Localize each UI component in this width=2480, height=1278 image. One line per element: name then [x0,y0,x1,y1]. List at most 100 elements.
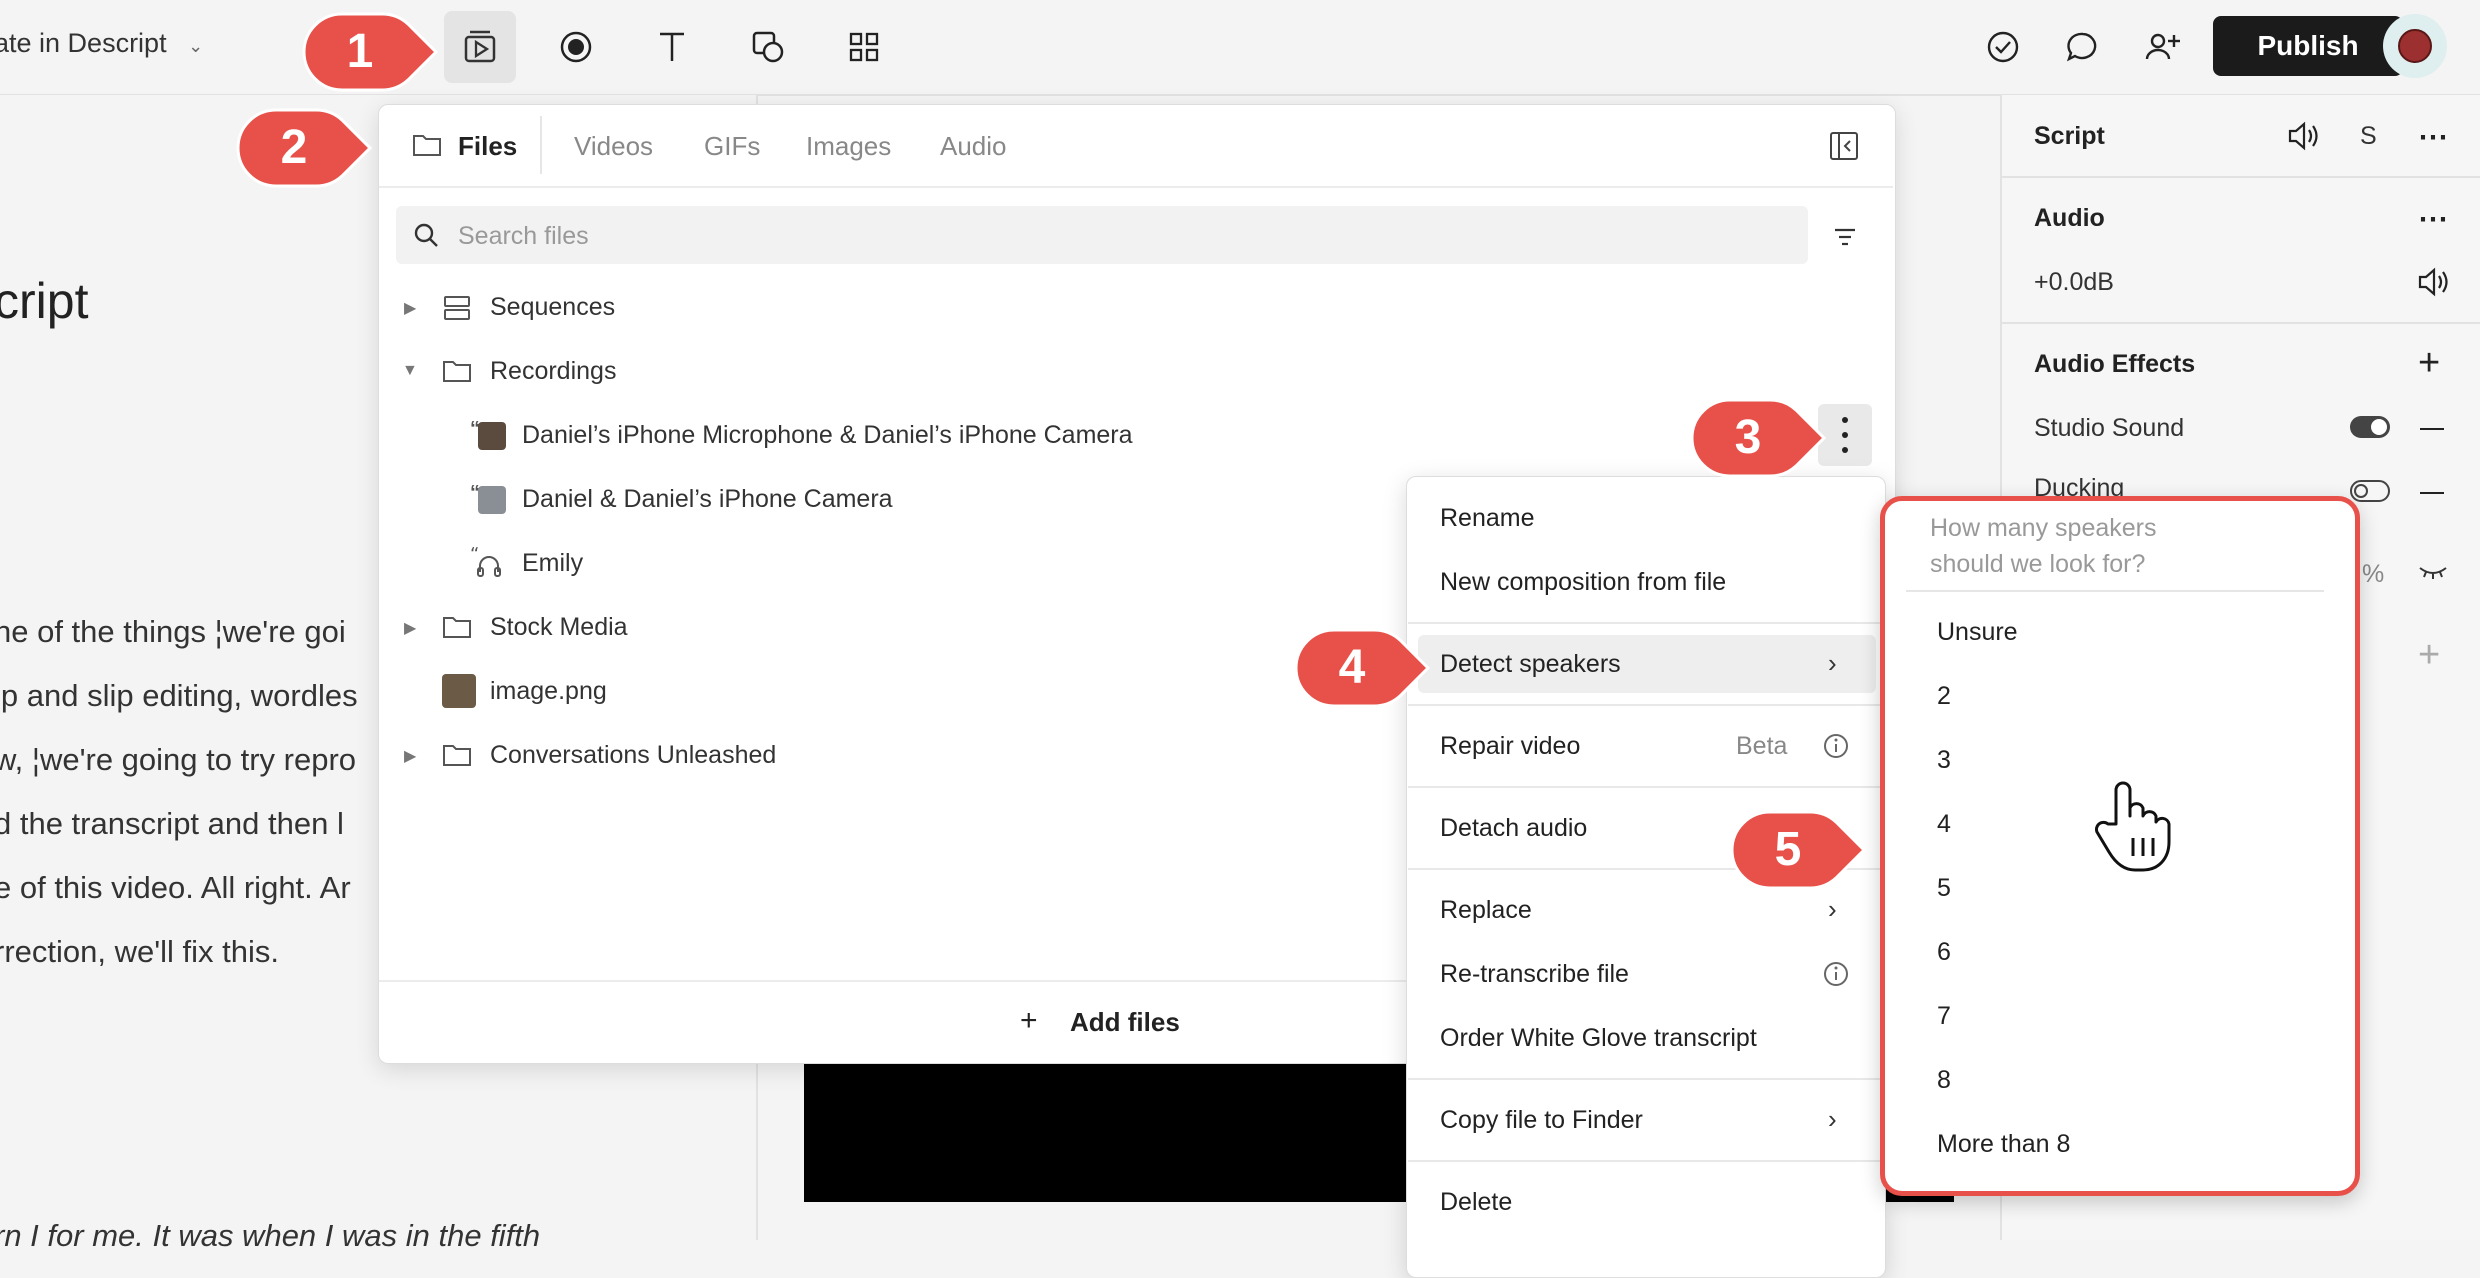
menu-divider [1906,590,2324,592]
image-thumbnail [442,674,476,708]
project-title[interactable]: ate in Descript ⌄ [0,28,203,59]
script-line[interactable]: e of this video. All right. Ar [0,870,351,906]
minus-icon[interactable] [2420,492,2444,494]
tab-images[interactable]: Images [806,131,891,162]
speaker-option[interactable]: 3 [1937,746,1951,775]
script-line[interactable]: d the transcript and then l [0,806,344,842]
script-line[interactable]: ne of the things ¦we're goi [0,614,346,650]
tree-item-recording[interactable]: Daniel’s iPhone Microphone & Daniel’s iP… [522,421,1133,450]
plus-icon[interactable]: + [2418,342,2440,385]
comment-icon [2066,32,2097,62]
script-line[interactable]: ip and slip editing, wordles [0,678,358,714]
comments-button[interactable] [2058,22,2108,72]
tab-videos[interactable]: Videos [574,131,653,162]
filter-icon[interactable] [1832,226,1858,248]
tree-item-image[interactable]: image.png [490,677,607,706]
speaker-option-more-than-8[interactable]: More than 8 [1937,1130,2070,1159]
info-icon[interactable] [1822,732,1850,760]
grid-button[interactable] [828,11,900,83]
add-user-icon [2145,33,2180,60]
collapse-panel-icon[interactable] [1828,130,1860,162]
speaker-label-button[interactable]: S [2360,122,2377,151]
menu-item-detect-speakers[interactable]: Detect speakers [1440,650,1621,679]
svg-text:“: “ [470,546,479,565]
callout-number: 5 [1774,823,1802,876]
chevron-down-icon: ⌄ [188,36,204,56]
publish-button[interactable]: Publish [2213,16,2403,76]
gain-value[interactable]: +0.0dB [2034,268,2114,297]
speaker-option[interactable]: 2 [1937,682,1951,711]
media-library-icon [464,30,496,63]
shapes-icon [752,31,784,63]
tree-item-recording[interactable]: Emily [522,549,583,578]
shapes-button[interactable] [732,11,804,83]
folder-icon [412,132,442,158]
tab-audio[interactable]: Audio [940,131,1007,162]
speaker-option[interactable]: 5 [1937,874,1951,903]
info-icon[interactable] [1822,960,1850,988]
caret-right-icon[interactable]: ▶ [404,298,416,318]
audio-section-title: Audio [2034,204,2105,232]
menu-item-delete[interactable]: Delete [1440,1188,1512,1217]
hand-cursor-icon [2086,776,2176,876]
record-button[interactable] [540,11,612,83]
beta-badge: Beta [1736,732,1788,760]
divider [379,186,1893,188]
avatar[interactable] [2398,29,2432,63]
studio-sound-toggle[interactable] [2350,416,2390,438]
caret-down-icon[interactable]: ▼ [402,362,418,380]
media-library-button[interactable] [444,11,516,83]
tree-item-conversations[interactable]: Conversations Unleashed [490,741,776,770]
studio-sound-label: Studio Sound [2034,414,2185,442]
tree-item-recordings[interactable]: Recordings [490,357,616,386]
menu-divider [1408,622,1882,624]
tree-item-sequences[interactable]: Sequences [490,293,615,322]
callout-marker: 4 [1292,626,1432,710]
menu-item-detach-audio[interactable]: Detach audio [1440,814,1587,843]
tab-files[interactable]: Files [458,131,517,162]
more-options-icon[interactable]: ⋯ [2418,202,2448,237]
add-files-button[interactable]: Add files [1070,1007,1180,1038]
menu-item-rename[interactable]: Rename [1440,504,1535,533]
speaker-option[interactable]: 7 [1937,1002,1951,1031]
plus-icon: + [1020,1004,1038,1037]
menu-item-replace[interactable]: Replace [1440,896,1532,925]
menu-item-white-glove[interactable]: Order White Glove transcript [1440,1024,1757,1053]
plus-icon[interactable]: + [2418,634,2440,677]
text-tool-button[interactable] [636,11,708,83]
caret-right-icon[interactable]: ▶ [404,746,416,766]
tab-divider [540,116,542,174]
menu-divider [1408,704,1882,706]
menu-item-repair-video[interactable]: Repair video [1440,732,1580,761]
speaker-option[interactable]: 6 [1937,938,1951,967]
tree-item-stock-media[interactable]: Stock Media [490,613,628,642]
tree-item-recording[interactable]: Daniel & Daniel’s iPhone Camera [522,485,893,514]
menu-divider [1408,786,1882,788]
minus-icon[interactable] [2420,428,2444,430]
script-line[interactable]: rn I for me. It was when I was in the fi… [0,1218,540,1254]
volume-icon[interactable] [2416,266,2450,298]
caret-right-icon[interactable]: ▶ [404,618,416,638]
speaker-option[interactable]: 4 [1937,810,1951,839]
divider [2002,322,2480,324]
menu-item-retranscribe[interactable]: Re-transcribe file [1440,960,1629,989]
menu-item-new-composition[interactable]: New composition from file [1440,568,1726,597]
audio-effects-title: Audio Effects [2034,350,2196,378]
eye-closed-icon[interactable] [2418,562,2448,582]
more-options-icon[interactable]: ⋯ [2418,120,2448,155]
share-button[interactable] [2138,22,2188,72]
ducking-toggle[interactable] [2350,480,2390,502]
speakers-prompt: should we look for? [1930,550,2146,578]
speakers-prompt: How many speakers [1930,514,2157,542]
tab-gifs[interactable]: GIFs [704,131,760,162]
script-line[interactable]: rrection, we'll fix this. [0,934,279,970]
review-button[interactable] [1978,22,2028,72]
speaker-option-unsure[interactable]: Unsure [1937,618,2018,647]
speaker-icon[interactable] [2286,120,2320,152]
menu-item-copy-to-finder[interactable]: Copy file to Finder [1440,1106,1643,1135]
speaker-option[interactable]: 8 [1937,1066,1951,1095]
search-input[interactable] [396,206,1808,264]
text-icon [660,32,684,61]
search-placeholder: Search files [458,222,589,250]
script-line[interactable]: w, ¦we're going to try repro [0,742,356,778]
